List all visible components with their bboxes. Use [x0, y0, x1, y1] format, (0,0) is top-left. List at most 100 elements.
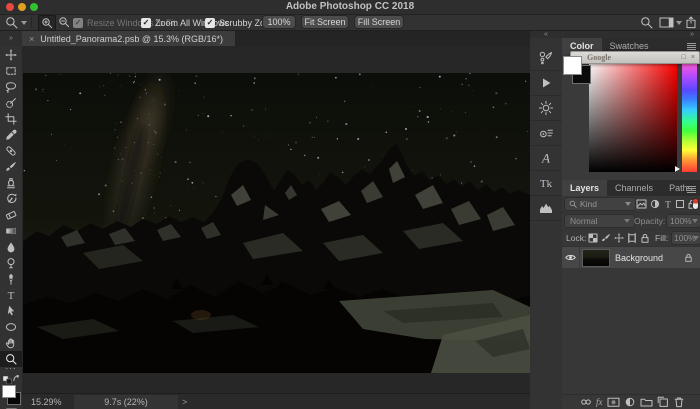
status-bar: 15.29% 9.7s (22%) > [22, 393, 530, 409]
eraser-tool[interactable] [0, 207, 22, 223]
search-button[interactable] [640, 16, 653, 29]
new-group-icon[interactable] [640, 396, 653, 408]
layer-name[interactable]: Background [615, 253, 684, 263]
zoom-in-button[interactable] [38, 15, 56, 31]
filter-kind-dropdown[interactable]: Kind [565, 198, 635, 210]
actions-panel-button[interactable] [530, 71, 562, 96]
tab-channels[interactable]: Channels [607, 180, 661, 196]
new-adjustment-layer-icon[interactable] [624, 396, 636, 408]
glyphs-panel-button[interactable]: A [530, 146, 562, 171]
workspace-caret-icon[interactable] [676, 21, 682, 25]
filter-shape-layers-icon[interactable] [675, 199, 685, 209]
delete-layer-icon[interactable] [673, 396, 685, 408]
lock-position-icon[interactable] [614, 233, 624, 243]
default-colors-icon[interactable] [3, 376, 12, 384]
toolbar-expand-button[interactable]: » [0, 31, 22, 46]
quick-selection-tool[interactable] [0, 95, 22, 111]
ellipse-shape-tool[interactable] [0, 319, 22, 335]
brush-tool[interactable] [0, 159, 22, 175]
layer-style-icon[interactable]: fx [596, 397, 603, 407]
filter-pixel-layers-icon[interactable] [636, 199, 647, 209]
share-button[interactable] [685, 16, 697, 29]
layers-panel-menu-icon[interactable] [687, 186, 696, 194]
filter-adjustment-layers-icon[interactable] [650, 199, 660, 209]
layer-row-background[interactable]: Background [562, 247, 700, 268]
new-layer-icon[interactable] [657, 396, 669, 408]
clone-stamp-tool[interactable] [0, 175, 22, 191]
document-info-field[interactable]: 9.7s (22%) [74, 395, 178, 409]
tab-close-icon[interactable]: × [29, 34, 34, 44]
tab-layers[interactable]: Layers [562, 180, 607, 196]
document-tab-title: Untitled_Panorama2.psb @ 15.3% (RGB/16*) [40, 34, 223, 44]
document-tab[interactable]: × Untitled_Panorama2.psb @ 15.3% (RGB/16… [22, 31, 235, 46]
edit-toolbar-button[interactable]: ··· [0, 364, 22, 373]
checkbox-box: ✓ [73, 18, 83, 28]
foreground-color-swatch[interactable] [2, 385, 16, 398]
zoom-level-field[interactable]: 15.29% [31, 397, 62, 407]
color-panel-menu-icon[interactable] [687, 43, 696, 51]
tk-panel-button[interactable]: Tk [530, 171, 562, 196]
layers-list-empty-area [562, 268, 700, 394]
lock-all-icon[interactable] [640, 233, 650, 244]
clone-source-panel-button[interactable] [530, 121, 562, 146]
zoom-in-icon [41, 17, 53, 29]
google-floating-window[interactable]: Google □ × [570, 51, 700, 64]
divider [31, 17, 32, 28]
workspace-switcher-button[interactable] [659, 17, 674, 28]
dodge-tool[interactable] [0, 255, 22, 271]
google-maximize-button[interactable]: □ [682, 53, 686, 62]
opacity-value-dropdown[interactable]: 100% [667, 215, 700, 227]
crop-tool[interactable] [0, 111, 22, 127]
hand-icon [5, 337, 17, 349]
zoom-out-button[interactable] [56, 15, 72, 29]
fit-screen-button[interactable]: Fit Screen [302, 16, 348, 28]
layers-panel-footer: fx [562, 394, 700, 409]
pen-tool[interactable] [0, 271, 22, 287]
hue-slider-arrow-icon[interactable] [675, 166, 680, 172]
google-close-button[interactable]: × [691, 53, 695, 62]
app-title: Adobe Photoshop CC 2018 [0, 1, 700, 12]
gradient-tool[interactable] [0, 223, 22, 239]
color-saturation-square[interactable] [589, 63, 677, 172]
tk-panel-icon: Tk [538, 175, 554, 191]
lock-artboard-icon[interactable] [627, 233, 637, 243]
layer-filter-toggle[interactable] [693, 199, 698, 209]
zoom-tool-preset[interactable] [5, 16, 18, 29]
move-tool[interactable] [0, 47, 22, 63]
fill-screen-button[interactable]: Fill Screen [355, 16, 403, 28]
panel-foreground-color-swatch[interactable] [563, 56, 582, 75]
tools-panel: T ··· [0, 46, 23, 409]
healing-brush-icon [5, 145, 17, 157]
panel-dock-collapse-button[interactable]: » [563, 31, 700, 38]
spot-healing-brush-tool[interactable] [0, 143, 22, 159]
brush-settings-panel-button[interactable] [530, 46, 562, 71]
fill-value-dropdown[interactable]: 100% [672, 232, 700, 244]
add-layer-mask-icon[interactable] [607, 396, 620, 408]
lasso-tool[interactable] [0, 79, 22, 95]
histogram-panel-button[interactable] [530, 196, 562, 221]
path-selection-tool[interactable] [0, 303, 22, 319]
hand-tool[interactable] [0, 335, 22, 351]
icon-dock-collapse-button[interactable]: « [530, 31, 562, 38]
history-brush-tool[interactable] [0, 191, 22, 207]
blur-tool[interactable] [0, 239, 22, 255]
layer-thumbnail[interactable] [583, 250, 609, 266]
rectangular-marquee-tool[interactable] [0, 63, 22, 79]
link-layers-icon[interactable] [580, 396, 592, 408]
status-popup-chevron[interactable]: > [182, 397, 187, 407]
blend-mode-dropdown[interactable]: Normal [565, 215, 634, 227]
tool-preset-caret-icon[interactable] [21, 21, 27, 25]
layers-lock-row: Lock: Fill: 100% [562, 230, 700, 246]
hue-strip[interactable] [682, 63, 697, 172]
swap-colors-icon[interactable] [13, 375, 21, 383]
type-tool[interactable]: T [0, 287, 22, 303]
lock-pixels-icon[interactable] [601, 233, 611, 243]
filter-type-layers-icon[interactable]: T [663, 199, 673, 209]
eyedropper-tool[interactable] [0, 127, 22, 143]
adjustments-panel-button[interactable] [530, 96, 562, 121]
eraser-icon [5, 209, 17, 221]
layer-visibility-toggle[interactable] [562, 247, 580, 268]
canvas-image[interactable] [23, 73, 530, 373]
lock-transparency-icon[interactable] [588, 233, 598, 243]
zoom-100-button[interactable]: 100% [263, 16, 295, 28]
